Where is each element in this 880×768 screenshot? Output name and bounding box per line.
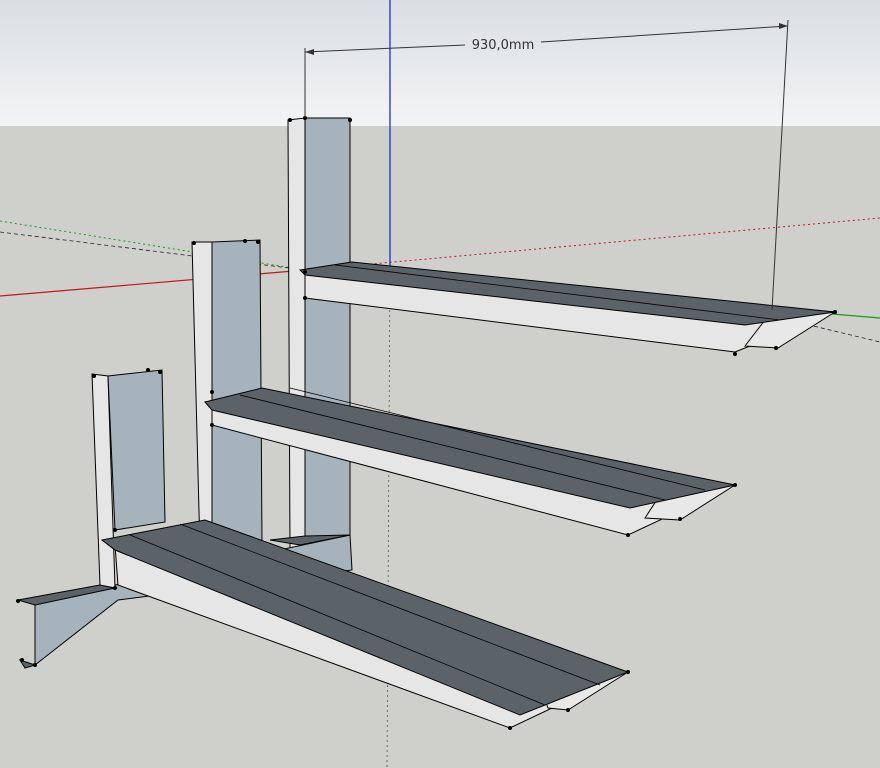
sky — [0, 0, 880, 126]
column-top-side-face — [304, 117, 351, 549]
model-scene[interactable]: 930,0mm — [0, 0, 880, 768]
dimension-label[interactable]: 930,0mm — [472, 38, 535, 53]
column-top-front-face — [287, 117, 306, 551]
sketchup-3d-viewport[interactable]: 930,0mm — [0, 0, 880, 768]
column-bottom-side-face — [107, 369, 166, 531]
